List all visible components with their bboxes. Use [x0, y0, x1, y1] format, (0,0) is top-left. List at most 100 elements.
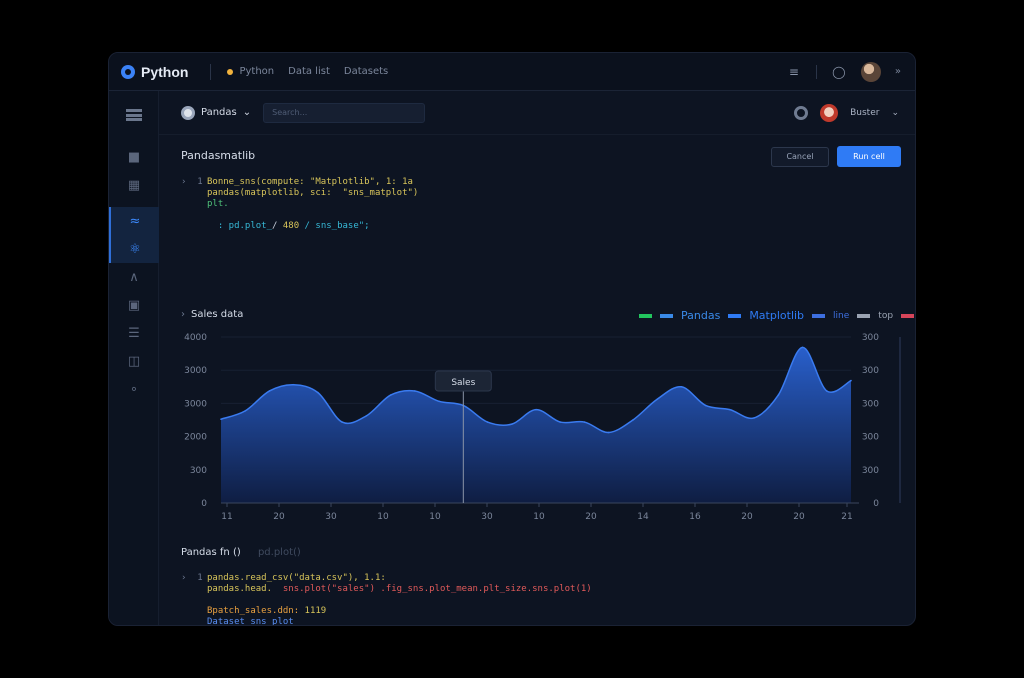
sidebar-item-settings[interactable]: ∘ [109, 375, 159, 403]
legend-item[interactable]: Matplotlib [749, 309, 804, 322]
line-number [181, 584, 207, 595]
x-tick-label: 14 [637, 512, 649, 522]
settings-icon[interactable] [794, 105, 809, 120]
code-token: pandas.head. [207, 584, 273, 594]
data-point[interactable] [292, 383, 295, 386]
data-point[interactable] [656, 398, 658, 401]
data-point[interactable] [341, 421, 343, 423]
chart-legend: PandasMatplotliblinetopSns [639, 309, 915, 322]
code-line[interactable]: pandas(matplotlib, sci: "sns_matplot") [181, 188, 418, 199]
data-point[interactable] [559, 421, 562, 423]
code-line[interactable]: pandas.head. sns.plot("sales") .fig_sns.… [181, 584, 592, 595]
top-nav-item-datasets[interactable]: Datasets [344, 66, 388, 77]
legend-item[interactable]: Pandas [681, 309, 720, 322]
code-line[interactable]: Dataset_sns_plot [181, 617, 592, 626]
top-nav-item-python[interactable]: Python [239, 66, 274, 77]
expand-icon[interactable]: » [895, 66, 901, 77]
sidebar-item-database[interactable]: ◫ [109, 347, 159, 375]
y-tick-label-left: 3000 [184, 366, 207, 376]
sidebar-item-files[interactable]: ■ [109, 143, 159, 171]
python-logo-icon [121, 64, 135, 79]
code-token: Dataset_sns_plot [207, 617, 294, 626]
sidebar-item-terminal[interactable]: ☰ [109, 319, 159, 347]
line-number [181, 188, 207, 199]
data-point[interactable] [632, 419, 634, 421]
project-icon [181, 105, 195, 120]
data-point[interactable] [583, 421, 586, 423]
y-tick-label-left: 4000 [184, 333, 207, 343]
line-number [181, 210, 207, 221]
brand[interactable]: Python [121, 64, 188, 80]
code-block-top[interactable]: › 1 Bonne_sns(compute: "Matplotlib", 1: 1… [181, 177, 418, 232]
user-name[interactable]: Buster [850, 108, 879, 118]
data-point[interactable] [438, 400, 440, 403]
y-tick-label-right: 300 [862, 433, 879, 443]
legend-item[interactable]: top [878, 311, 893, 321]
status-dot-icon [227, 68, 234, 75]
code-line[interactable]: › 1 Bonne_sns(compute: "Matplotlib", 1: 1… [181, 177, 418, 188]
chat-icon[interactable]: ◯ [831, 64, 847, 80]
data-point[interactable] [365, 415, 368, 417]
data-point[interactable] [220, 418, 222, 420]
code-line[interactable]: › 1 pandas.read_csv("data.csv"), 1.1: [181, 573, 592, 584]
sidebar-item-shapes[interactable]: ∧ [109, 263, 159, 291]
user-avatar[interactable] [820, 103, 839, 122]
run-button[interactable]: Run cell [837, 146, 901, 167]
user-area: Buster ⌄ [794, 103, 899, 122]
data-point[interactable] [825, 390, 828, 392]
code-line[interactable] [181, 595, 592, 606]
code-line[interactable] [181, 210, 418, 221]
legend-swatch [660, 313, 673, 318]
code-token: Bonne_sns(compute: [207, 177, 310, 187]
legend-item[interactable]: line [833, 311, 849, 321]
data-point[interactable] [486, 421, 489, 423]
code-token: , 1: 1a [374, 177, 413, 187]
data-point[interactable] [704, 404, 707, 407]
code-line[interactable]: Bpatch_sales.ddn: 1119 [181, 606, 592, 617]
avatar[interactable] [860, 61, 881, 82]
chart-scrollbar[interactable] [899, 337, 901, 503]
legend-swatch [728, 313, 742, 318]
x-tick-label: 30 [481, 512, 493, 522]
sidebar-item-packages[interactable]: ▣ [109, 291, 159, 319]
data-point[interactable] [389, 394, 392, 396]
line-number [181, 595, 207, 606]
area-chart[interactable]: 4000 3003000 3003000 3002000 300300 3000 011 20… [159, 325, 916, 543]
code-block-bottom[interactable]: › 1 pandas.read_csv("data.csv"), 1.1: pan… [181, 573, 592, 626]
x-tick-label: 30 [325, 512, 337, 522]
top-right-actions: ≡ ◯ » [786, 61, 901, 82]
search-input[interactable]: Search... [263, 102, 426, 123]
data-point[interactable] [680, 386, 683, 388]
data-point[interactable] [317, 391, 319, 394]
filter-icon[interactable]: ≡ [786, 64, 802, 80]
code-token: "sns_matplot") [331, 188, 419, 198]
y-tick-label-right: 300 [862, 466, 879, 476]
code-line[interactable]: plt. [181, 199, 418, 210]
data-point[interactable] [607, 431, 610, 434]
data-point[interactable] [535, 408, 537, 411]
y-tick-label-left: 0 [201, 499, 207, 509]
data-point[interactable] [510, 423, 513, 425]
data-point[interactable] [244, 410, 247, 412]
top-nav-item-data-list[interactable]: Data list [288, 66, 330, 77]
y-tick-label-left: 3000 [184, 399, 207, 409]
data-point[interactable] [753, 417, 755, 419]
data-point[interactable] [777, 394, 780, 396]
code-token: pandas.read_csv("data.csv"), 1.1: [207, 573, 386, 583]
chevron-down-icon[interactable]: ⌄ [891, 108, 899, 118]
project-selector[interactable]: Pandas ⌄ [181, 105, 251, 120]
data-point[interactable] [729, 408, 731, 411]
top-bar: Python Python Data list Datasets ≡ ◯ » [109, 53, 915, 91]
sidebar-item-notebook[interactable]: ≈ [109, 207, 159, 235]
data-point[interactable] [414, 390, 416, 392]
cancel-button[interactable]: Cancel [771, 147, 829, 167]
data-point[interactable] [850, 379, 852, 382]
data-point[interactable] [801, 346, 804, 349]
legend-swatch [857, 313, 871, 318]
code-line[interactable]: : pd.plot_/ 480 / sns_base"; [181, 221, 418, 232]
x-tick-label: 11 [221, 512, 232, 522]
sidebar-item-grid[interactable]: ▦ [109, 171, 159, 199]
menu-icon[interactable] [109, 101, 159, 129]
sidebar-item-analytics[interactable]: ⚛ [109, 235, 159, 263]
data-point[interactable] [268, 390, 271, 392]
